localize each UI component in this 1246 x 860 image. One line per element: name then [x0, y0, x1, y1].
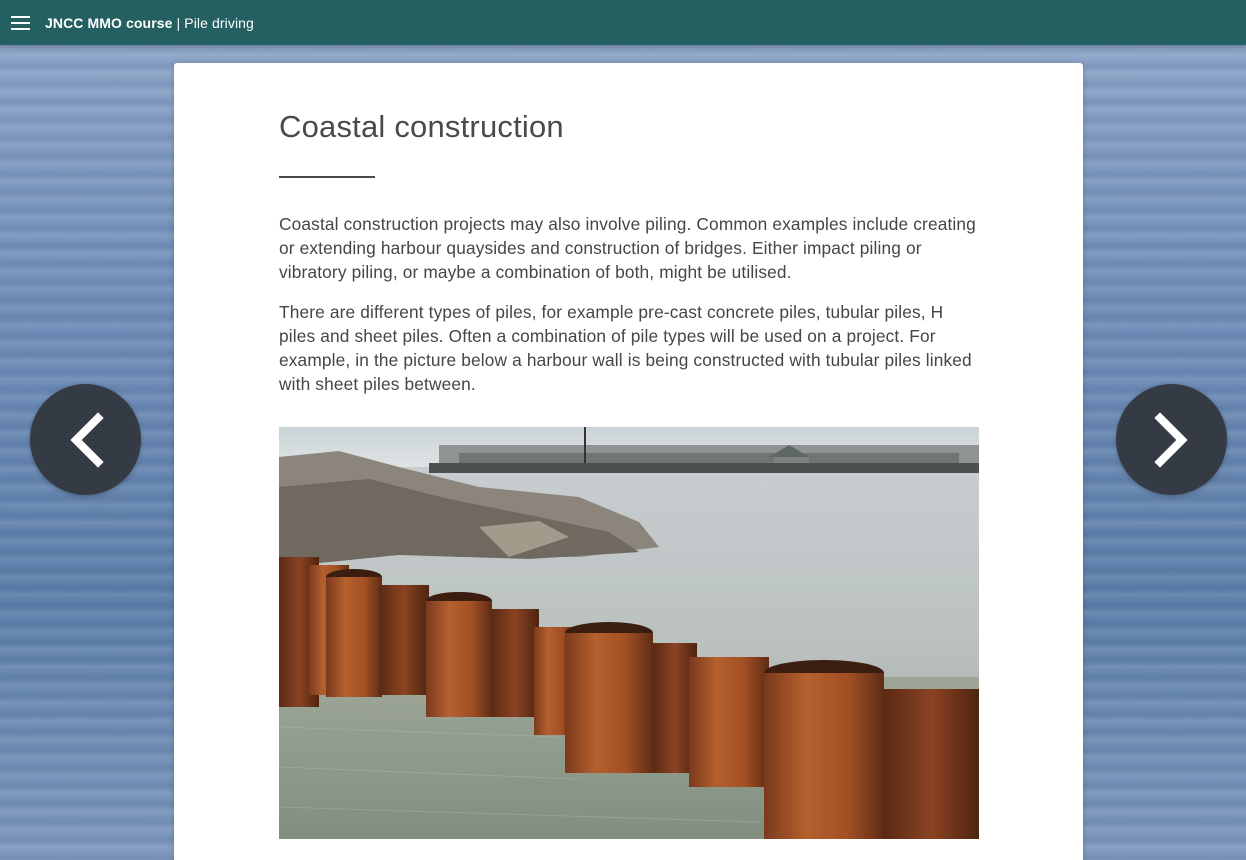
paragraph-1: Coastal construction projects may also i… [279, 214, 976, 282]
title-divider [279, 176, 375, 178]
course-title: JNCC MMO course | Pile driving [45, 15, 254, 31]
section-name: Pile driving [184, 14, 254, 31]
chevron-left-icon [69, 411, 104, 468]
page-title: Coastal construction [279, 109, 564, 144]
course-name: JNCC MMO course [45, 14, 173, 31]
next-page-button[interactable] [1116, 384, 1227, 495]
content-card: Coastal construction Coastal constructio… [174, 63, 1083, 860]
harbour-piling-image [279, 427, 979, 839]
top-app-bar: JNCC MMO course | Pile driving [0, 0, 1246, 45]
harbour-piling-photo [279, 427, 979, 839]
title-separator: | [172, 14, 185, 31]
chevron-right-icon [1153, 411, 1188, 468]
hamburger-menu-icon [10, 15, 30, 30]
previous-page-button[interactable] [30, 384, 141, 495]
menu-button[interactable] [0, 0, 40, 45]
article: Coastal construction Coastal constructio… [279, 63, 979, 396]
paragraph-2: There are different types of piles, for … [279, 302, 972, 394]
